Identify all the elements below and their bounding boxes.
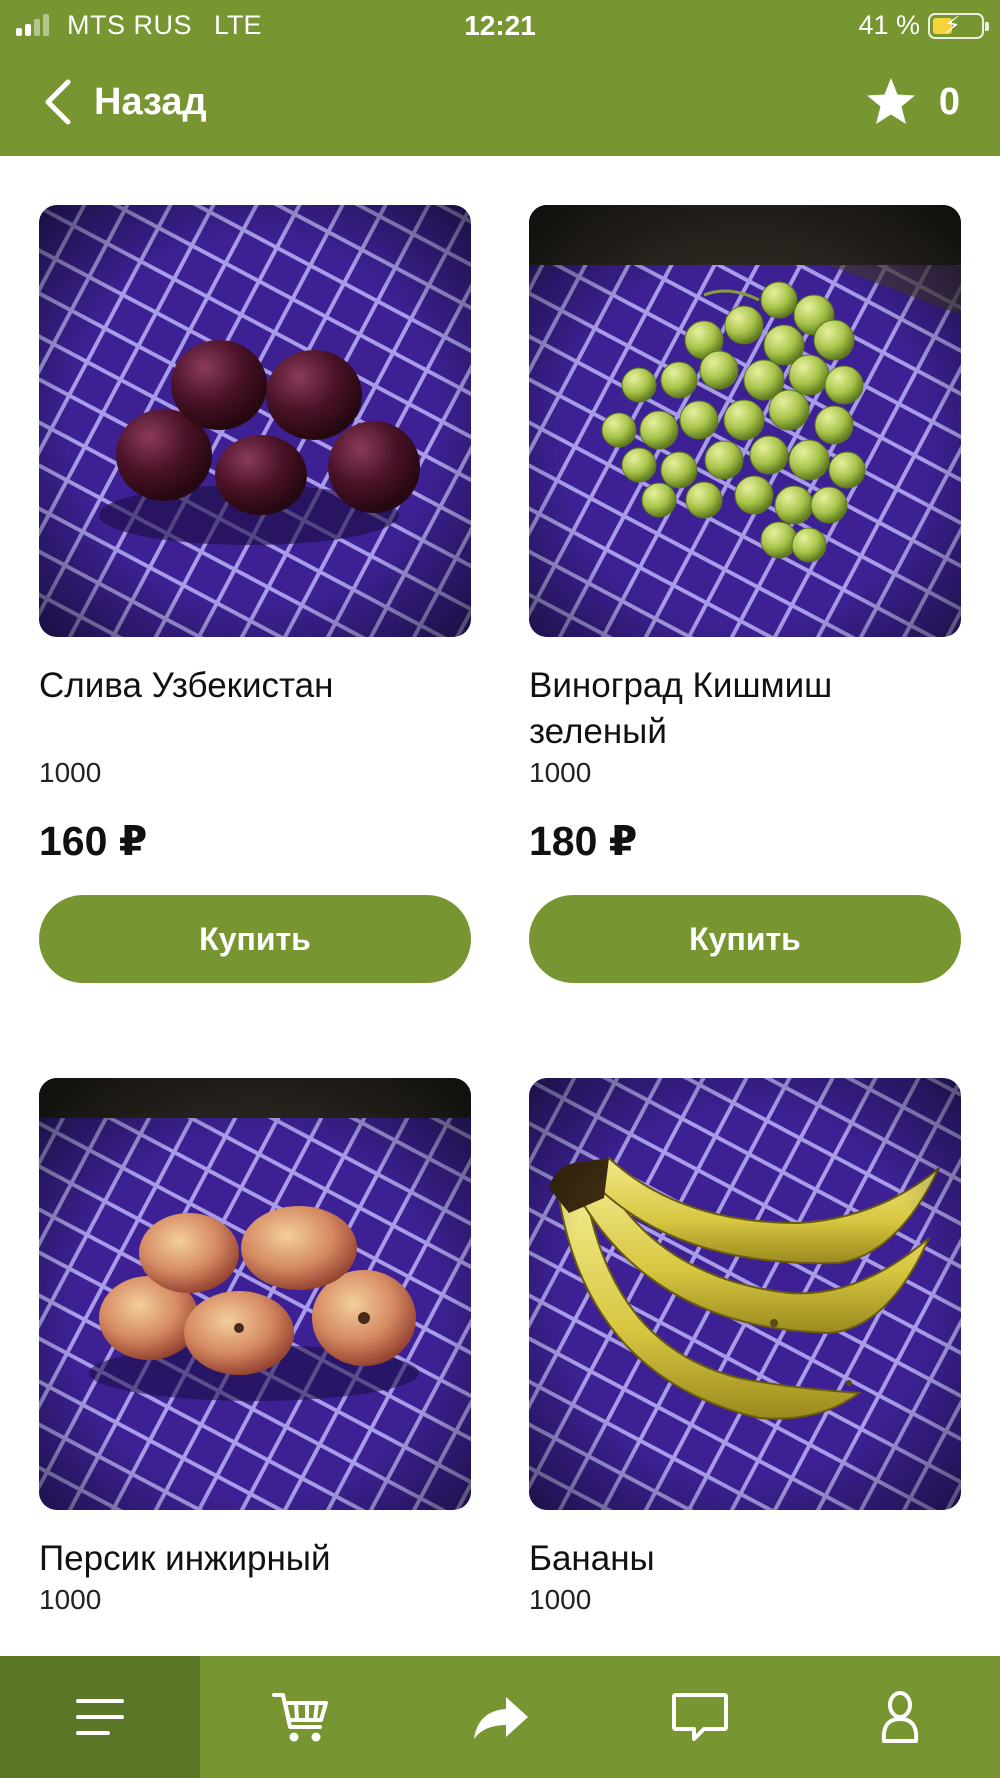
status-bar: MTS RUS LTE 12:21 41 % ⚡ <box>0 0 1000 50</box>
product-price: 160 ₽ <box>39 818 148 864</box>
tab-chat[interactable] <box>600 1656 800 1778</box>
clock: 12:21 <box>464 10 536 41</box>
product-card[interactable]: Виноград Кишмиш зеленый 1000 180 ₽ Купит… <box>529 205 961 983</box>
product-weight: 1000 <box>39 757 102 788</box>
buy-button[interactable]: Купить <box>39 895 471 983</box>
product-name: Персик инжирный <box>39 1539 331 1578</box>
product-price: 180 ₽ <box>529 818 638 864</box>
battery-percent: 41 % <box>858 10 920 40</box>
bottom-tab-bar <box>0 1656 1000 1778</box>
product-weight: 1000 <box>39 1584 102 1615</box>
tab-share[interactable] <box>400 1656 600 1778</box>
back-label: Назад <box>94 80 207 123</box>
peaches-photo <box>39 1078 471 1510</box>
favorites-button[interactable]: 0 <box>865 74 960 130</box>
buy-button[interactable]: Купить <box>529 895 961 983</box>
star-icon <box>866 78 915 124</box>
menu-icon <box>76 1699 124 1735</box>
navigation-bar: Назад 0 <box>0 60 1000 150</box>
chat-icon <box>672 1693 728 1741</box>
bananas-photo <box>529 1078 961 1510</box>
top-bar: MTS RUS LTE 12:21 41 % ⚡ Назад 0 <box>0 0 1000 156</box>
grapes-photo <box>529 205 961 637</box>
product-name: Виноград Кишмиш зеленый <box>529 666 833 751</box>
chevron-left-icon <box>45 79 71 125</box>
product-weight: 1000 <box>529 1584 592 1615</box>
profile-icon <box>881 1691 919 1743</box>
product-name: Слива Узбекистан <box>39 666 334 705</box>
plums-photo <box>39 205 471 637</box>
back-button[interactable]: Назад <box>40 74 207 130</box>
product-name: Бананы <box>529 1539 655 1578</box>
product-weight: 1000 <box>529 757 592 788</box>
tab-profile[interactable] <box>800 1656 1000 1778</box>
product-card[interactable]: Бананы 1000 <box>529 1078 961 1616</box>
tab-cart[interactable] <box>200 1656 400 1778</box>
cart-icon <box>272 1693 328 1742</box>
product-card[interactable]: Слива Узбекистан 1000 160 ₽ Купить <box>39 205 471 983</box>
battery-icon: ⚡ <box>928 13 989 39</box>
tab-menu[interactable] <box>0 1656 200 1778</box>
product-card[interactable]: Персик инжирный 1000 <box>39 1078 471 1616</box>
share-icon <box>474 1697 528 1739</box>
favorites-count: 0 <box>938 80 960 123</box>
product-grid: Слива Узбекистан 1000 160 ₽ Купить Виног… <box>0 156 1000 1656</box>
